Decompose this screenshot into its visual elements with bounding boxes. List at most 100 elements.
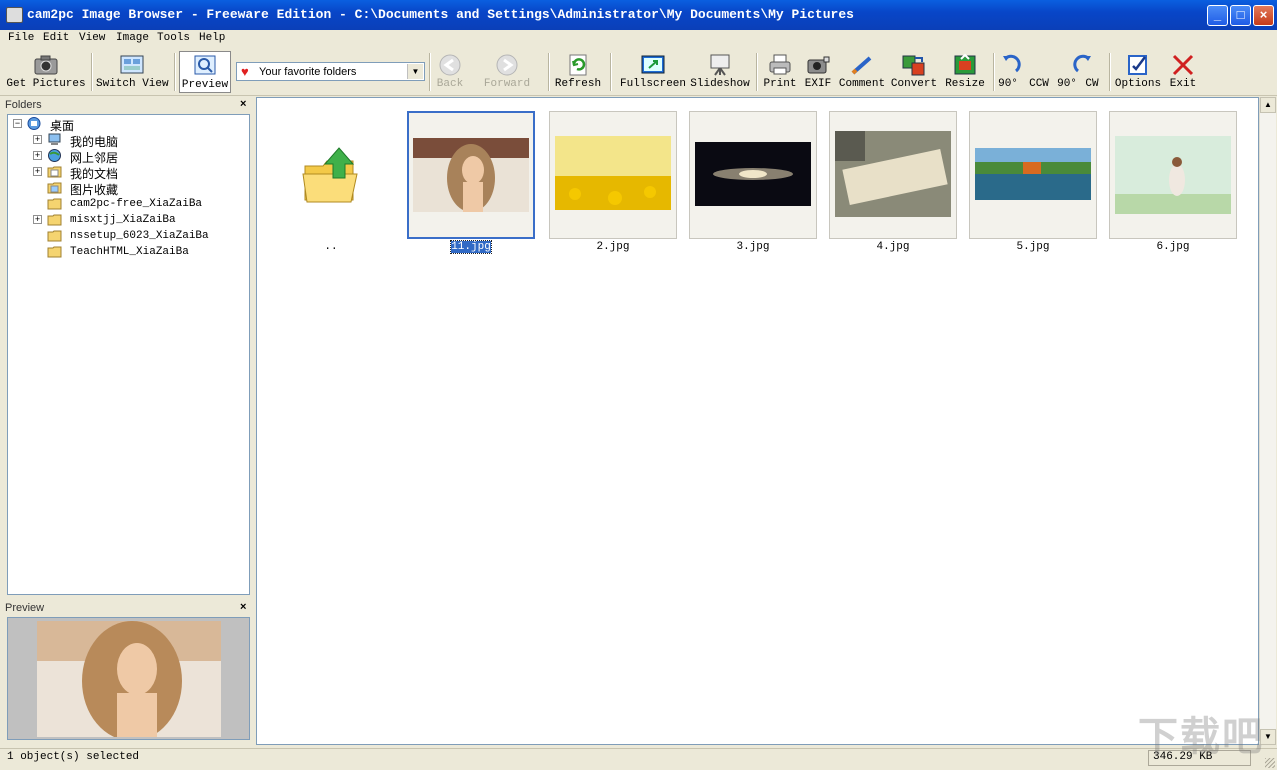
printer-icon [769,54,791,75]
switch-view-icon [120,55,144,74]
print-button[interactable]: Print [762,51,798,93]
rotate-ccw-label: CCW [1029,78,1049,90]
thumbnail-item[interactable] [407,111,535,239]
comment-button[interactable]: Comment [838,51,886,93]
expand-icon[interactable]: + [33,167,42,176]
toolbar: Get Pictures Switch View Preview Back ▼ … [0,49,1277,124]
forward-button[interactable]: Forward [482,51,532,93]
exif-camera-icon [807,56,830,74]
comment-pen-icon [851,56,872,75]
resize-icon [954,53,976,75]
get-pictures-label: Get Pictures [6,78,86,90]
rotate-ccw-button[interactable]: CCW [1026,51,1052,93]
status-bar: 1 object(s) selected 346.29 KB [0,748,1277,770]
menu-help[interactable]: Help [199,32,225,44]
fullscreen-label: Fullscreen [619,78,686,90]
preview-close-icon[interactable]: × [240,601,246,613]
tree-label: nssetup_6023_XiaZaiBa [70,230,209,242]
folders-pane-title: Folders [5,99,42,111]
convert-icon [902,55,925,76]
resize-button[interactable]: Resize [942,51,988,93]
thumbnail-view: .. 11.jpg 2.jpg 3.jpg 4.jpg 5.jpg 6.jpg [256,97,1259,745]
preview-label: Preview [181,79,229,91]
chevron-down-icon[interactable]: ▼ [407,64,423,79]
thumbnail-image [695,142,811,206]
back-button[interactable]: Back [432,51,468,93]
exit-label: Exit [1169,78,1197,90]
options-icon [1128,55,1147,75]
switch-view-button[interactable]: Switch View [96,51,169,93]
scroll-up-icon[interactable]: ▲ [1260,97,1276,113]
file-name-selected[interactable]: 11.jpg [407,240,535,254]
file-name: 3.jpg [736,241,770,253]
back-arrow-icon [439,54,461,76]
expand-icon[interactable]: + [33,135,42,144]
parent-folder-item[interactable] [267,111,395,239]
preview-pane-title: Preview [5,602,45,614]
favorite-folders-text: Your favorite folders [259,66,357,78]
exit-button[interactable]: Exit [1166,51,1200,93]
desktop-icon [27,117,41,130]
window-title: cam2pc Image Browser - Freeware Edition … [27,7,854,22]
collapse-icon[interactable]: − [13,119,22,128]
file-name: 6.jpg [1156,241,1190,253]
tree-label: 我的文档 [70,167,119,181]
menu-image[interactable]: Image [116,32,149,44]
thumbnail-item[interactable] [969,111,1097,239]
forward-arrow-icon [496,54,518,76]
options-label: Options [1114,78,1162,90]
rotate-cw-label: CW [1085,78,1099,90]
folder-icon [47,214,62,226]
rotate-cw-button[interactable]: CW [1066,51,1102,93]
rotate-ccw-deg-label: 90° [998,78,1018,90]
tree-label: misxtjj_XiaZaiBa [70,214,176,226]
slideshow-button[interactable]: Slideshow [690,51,750,93]
menu-file[interactable]: File [8,32,34,44]
thumbnail-image [555,136,671,210]
print-label: Print [763,78,797,90]
expand-icon[interactable]: + [33,151,42,160]
forward-label: Forward [483,78,531,90]
refresh-label: Refresh [554,78,602,90]
fullscreen-icon [641,55,665,74]
menu-view[interactable]: View [79,32,105,44]
options-button[interactable]: Options [1114,51,1162,93]
rotate-ccw-deg-button[interactable]: 90° [997,51,1021,93]
tree-label: cam2pc-free_XiaZaiBa [70,198,203,210]
fullscreen-button[interactable]: Fullscreen [618,51,688,93]
slideshow-easel-icon [710,54,730,76]
thumbnail-item[interactable] [689,111,817,239]
slideshow-label: Slideshow [690,78,750,90]
folders-close-icon[interactable]: × [240,98,246,110]
refresh-button[interactable]: Refresh [554,51,602,93]
expand-icon[interactable]: + [33,215,42,224]
folder-icon [47,246,62,258]
heart-icon: ♥ [241,64,249,79]
preview-panel [7,617,250,740]
menu-edit[interactable]: Edit [43,32,69,44]
rotate-ccw-icon [1003,54,1021,73]
title-bar: cam2pc Image Browser - Freeware Edition … [0,0,1277,30]
documents-folder-icon [47,166,62,178]
file-name: 4.jpg [876,241,910,253]
tree-label: 图片收藏 [70,183,119,197]
maximize-button[interactable]: □ [1230,5,1251,26]
get-pictures-button[interactable]: Get Pictures [6,51,86,93]
exif-label: EXIF [804,78,832,90]
preview-button[interactable]: Preview [179,51,231,93]
convert-label: Convert [890,78,938,90]
convert-button[interactable]: Convert [890,51,938,93]
file-name: .. [324,241,338,253]
thumbnail-item[interactable] [1109,111,1237,239]
close-button[interactable]: × [1253,5,1274,26]
thumbnail-item[interactable] [829,111,957,239]
vertical-scrollbar[interactable]: ▲ ▼ [1259,97,1276,745]
resize-grip-icon[interactable] [1265,758,1275,768]
menu-tools[interactable]: Tools [157,32,190,44]
thumbnail-item[interactable] [549,111,677,239]
minimize-button[interactable]: _ [1207,5,1228,26]
favorite-folders-dropdown[interactable]: ♥ Your favorite folders ▼ [236,62,425,81]
exif-button[interactable]: EXIF [801,51,835,93]
pictures-folder-icon [47,182,62,194]
tree-label: 我的电脑 [70,135,119,149]
